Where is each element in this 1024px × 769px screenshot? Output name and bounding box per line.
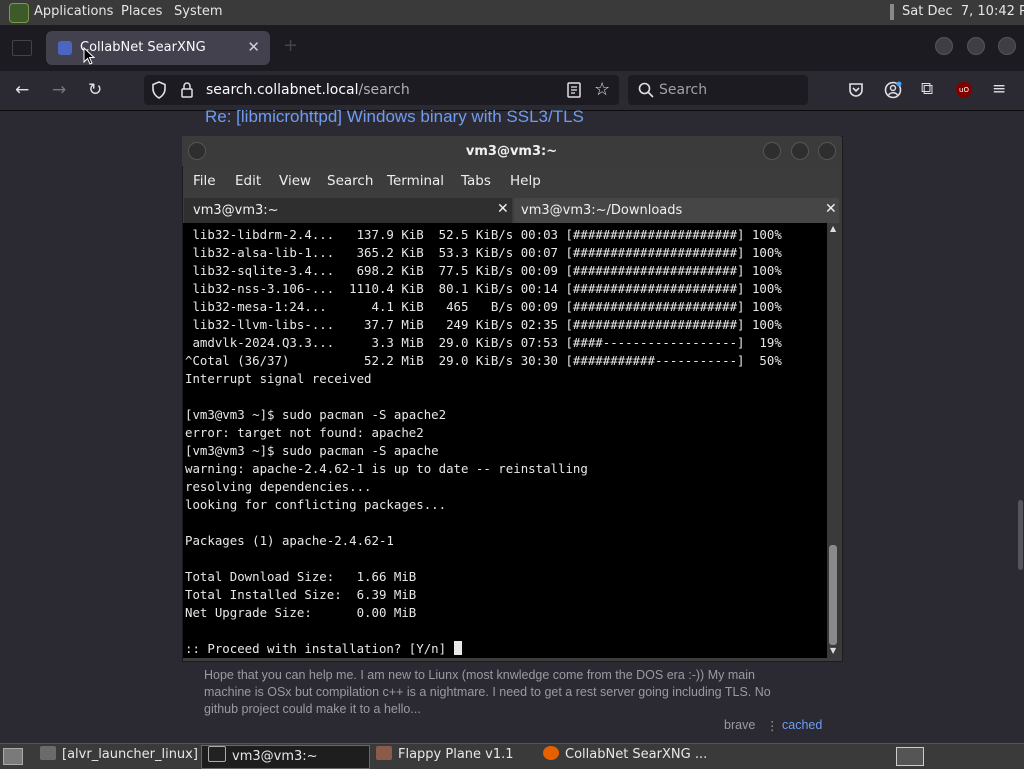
terminal-tab-home[interactable]: vm3@vm3:~ ✕ xyxy=(184,198,512,223)
menu-tabs[interactable]: Tabs xyxy=(461,173,491,189)
terminal-line: Interrupt signal received xyxy=(185,371,372,386)
system-menu[interactable]: System xyxy=(174,4,222,19)
terminal-close-button[interactable] xyxy=(818,142,836,160)
mouse-pointer-icon xyxy=(83,47,95,65)
menu-terminal[interactable]: Terminal xyxy=(387,173,444,189)
terminal-line: lib32-libdrm-2.4... 137.9 KiB 52.5 KiB/s… xyxy=(185,227,782,242)
extensions-icon[interactable]: ⧉ xyxy=(921,79,933,99)
taskbar-item-terminal[interactable]: vm3@vm3:~ xyxy=(208,746,318,766)
terminal-cursor xyxy=(453,641,462,655)
pocket-icon[interactable] xyxy=(848,82,864,98)
menu-help[interactable]: Help xyxy=(510,173,541,189)
close-icon[interactable]: ✕ xyxy=(825,201,837,217)
terminal-line: [vm3@vm3 ~]$ sudo pacman -S apache2 xyxy=(185,407,447,422)
shield-icon[interactable] xyxy=(151,81,167,99)
search-icon xyxy=(638,82,654,98)
bookmark-star-icon[interactable]: ☆ xyxy=(594,79,610,100)
applications-menu[interactable]: Applications xyxy=(34,4,113,19)
terminal-line: Net Upgrade Size: 0.00 MiB xyxy=(185,605,417,620)
terminal-tab-downloads[interactable]: vm3@vm3:~/Downloads ✕ xyxy=(514,198,839,223)
cached-link[interactable]: cached xyxy=(782,718,822,732)
terminal-line: lib32-mesa-1:24... 4.1 KiB 465 B/s 00:09… xyxy=(185,299,782,314)
new-tab-icon[interactable]: + xyxy=(283,35,298,56)
minimize-window-button[interactable] xyxy=(935,37,953,55)
scroll-up-arrow-icon[interactable]: ▲ xyxy=(830,224,836,233)
close-window-button[interactable] xyxy=(998,37,1016,55)
reader-view-icon[interactable] xyxy=(567,82,581,98)
taskbar-item-firefox[interactable]: CollabNet SearXNG ... xyxy=(543,746,707,766)
page-scrollbar[interactable] xyxy=(1018,500,1023,570)
searxng-favicon-icon xyxy=(58,41,72,55)
terminal-maximize-button[interactable] xyxy=(791,142,809,160)
url-path: /search xyxy=(358,82,410,98)
terminal-output: lib32-libdrm-2.4... 137.9 KiB 52.5 KiB/s… xyxy=(183,223,827,658)
terminal-line: error: target not found: apache2 xyxy=(185,425,424,440)
terminal-line: Total Download Size: 1.66 MiB xyxy=(185,569,417,584)
taskbar-label: vm3@vm3:~ xyxy=(232,749,318,764)
search-box[interactable] xyxy=(628,75,808,105)
taskbar-item-alvr[interactable]: [alvr_launcher_linux] xyxy=(40,746,198,766)
terminal-line: looking for conflicting packages... xyxy=(185,497,447,512)
terminal-line: lib32-nss-3.106-... 1110.4 KiB 80.1 KiB/… xyxy=(185,281,782,296)
terminal-line: amdvlk-2024.Q3.3... 3.3 MiB 29.0 KiB/s 0… xyxy=(185,335,782,350)
terminal-line: lib32-alsa-lib-1... 365.2 KiB 53.3 KiB/s… xyxy=(185,245,782,260)
taskbar-label: Flappy Plane v1.1 xyxy=(398,747,514,762)
result-engine: brave xyxy=(724,718,756,732)
panel-handle-icon xyxy=(890,4,894,20)
terminal-line: Total Installed Size: 6.39 MiB xyxy=(185,587,417,602)
menu-search[interactable]: Search xyxy=(327,173,373,189)
menu-file[interactable]: File xyxy=(193,173,216,189)
menu-edit[interactable]: Edit xyxy=(235,173,261,189)
result-title-link[interactable]: Re: [libmicrohttpd] Windows binary with … xyxy=(205,107,584,127)
folder-icon xyxy=(40,746,56,760)
terminal-console[interactable]: lib32-libdrm-2.4... 137.9 KiB 52.5 KiB/s… xyxy=(183,223,827,658)
terminal-line: lib32-sqlite-3.4... 698.2 KiB 77.5 KiB/s… xyxy=(185,263,782,278)
url-domain: search.collabnet.local xyxy=(206,82,359,98)
firefox-icon xyxy=(543,746,559,760)
game-icon xyxy=(376,746,392,760)
terminal-line: lib32-llvm-libs-... 37.7 MiB 249 KiB/s 0… xyxy=(185,317,782,332)
top-panel: Applications Places System Sat Dec 7, 10… xyxy=(0,0,1024,25)
url-text[interactable]: search.collabnet.local/search xyxy=(206,82,410,98)
show-desktop-icon[interactable] xyxy=(3,748,23,765)
maximize-window-button[interactable] xyxy=(967,37,985,55)
close-icon[interactable]: ✕ xyxy=(497,201,509,217)
terminal-scrollbar-thumb[interactable] xyxy=(829,545,837,645)
clock[interactable]: Sat Dec 7, 10:42 PM xyxy=(902,4,1024,19)
terminal-line: :: Proceed with installation? [Y/n] xyxy=(185,641,454,656)
taskbar-label: CollabNet SearXNG ... xyxy=(565,747,708,762)
places-menu[interactable]: Places xyxy=(121,4,162,19)
close-tab-icon[interactable]: ✕ xyxy=(247,38,260,56)
terminal-minimize-button[interactable] xyxy=(763,142,781,160)
browser-tab-title: CollabNet SearXNG xyxy=(80,40,206,55)
forward-icon[interactable]: → xyxy=(52,80,66,100)
result-snippet: Hope that you can help me. I am new to L… xyxy=(204,668,771,716)
terminal-tab-label: vm3@vm3:~ xyxy=(193,203,279,218)
terminal-icon xyxy=(208,746,226,762)
gnome-foot-icon[interactable] xyxy=(9,3,29,23)
tab-list-icon[interactable] xyxy=(12,40,32,56)
back-icon[interactable]: ← xyxy=(15,80,29,100)
taskbar-label: [alvr_launcher_linux] xyxy=(62,747,198,762)
search-placeholder: Search xyxy=(659,82,708,98)
account-icon[interactable] xyxy=(884,81,902,99)
terminal-tab-label: vm3@vm3:~/Downloads xyxy=(521,203,683,218)
result-separator: ⋮ xyxy=(766,718,779,733)
terminal-title: vm3@vm3:~ xyxy=(465,144,558,159)
terminal-line: warning: apache-2.4.62-1 is up to date -… xyxy=(185,461,588,476)
terminal-line: [vm3@vm3 ~]$ sudo pacman -S apache xyxy=(185,443,439,458)
menu-view[interactable]: View xyxy=(279,173,311,189)
browser-tab[interactable]: CollabNet SearXNG ✕ xyxy=(46,31,270,65)
lock-icon[interactable] xyxy=(180,81,194,99)
reload-icon[interactable]: ↻ xyxy=(88,80,102,100)
terminal-line: Packages (1) apache-2.4.62-1 xyxy=(185,533,394,548)
terminal-line: ^Cotal (36/37) 52.2 MiB 29.0 KiB/s 30:30… xyxy=(185,353,782,368)
taskbar-item-flappy-plane[interactable]: Flappy Plane v1.1 xyxy=(376,746,514,766)
hamburger-menu-icon[interactable]: ≡ xyxy=(992,79,1006,99)
scroll-down-arrow-icon[interactable]: ▼ xyxy=(830,646,836,655)
terminal-line: resolving dependencies... xyxy=(185,479,372,494)
workspace-switcher-icon[interactable] xyxy=(896,747,924,766)
